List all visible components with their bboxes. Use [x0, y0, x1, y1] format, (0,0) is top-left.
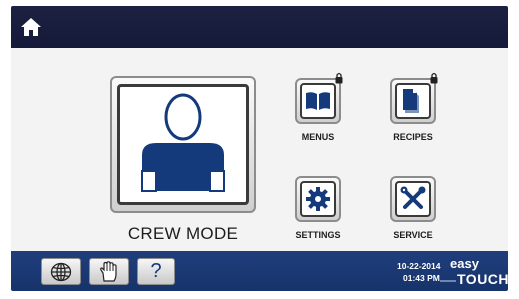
bottom-bar: ? 10-22-2014 01:43 PM easy TOUCH [11, 251, 508, 291]
service-button[interactable] [390, 176, 436, 222]
recipes-label: RECIPES [393, 132, 433, 142]
language-button[interactable] [41, 258, 81, 285]
easytouch-logo: easy TOUCH [440, 256, 508, 288]
person-icon [141, 93, 225, 192]
date-text: 10-22-2014 [397, 261, 441, 271]
hand-button[interactable] [89, 258, 129, 285]
lock-icon [430, 72, 438, 84]
hand-icon [100, 260, 117, 282]
lock-icon [335, 72, 343, 84]
main-panel: CREW MODE MENUS RECIPES SETTINGS SERVICE [11, 48, 508, 251]
recipes-button[interactable] [390, 72, 438, 124]
home-button[interactable] [17, 13, 45, 41]
tools-icon [400, 186, 426, 209]
home-icon [21, 18, 41, 36]
top-bar [11, 6, 508, 48]
service-label: SERVICE [393, 230, 433, 240]
document-icon [403, 89, 419, 113]
help-button[interactable]: ? [137, 258, 175, 285]
brand-touch: TOUCH [457, 271, 508, 287]
crew-mode-label: CREW MODE [127, 224, 239, 243]
screen: CREW MODE MENUS RECIPES SETTINGS SERVICE… [11, 6, 508, 291]
settings-label: SETTINGS [295, 230, 341, 240]
gear-icon [306, 187, 330, 211]
datetime-display: 10-22-2014 01:43 PM [397, 260, 440, 284]
time-text: 01:43 PM [403, 273, 440, 283]
settings-button[interactable] [295, 176, 341, 222]
crew-mode-button[interactable] [110, 76, 256, 213]
book-icon [306, 92, 330, 110]
globe-icon [50, 262, 72, 281]
brand-easy: easy [450, 256, 479, 271]
menus-label: MENUS [301, 132, 335, 142]
menus-button[interactable] [295, 72, 343, 124]
